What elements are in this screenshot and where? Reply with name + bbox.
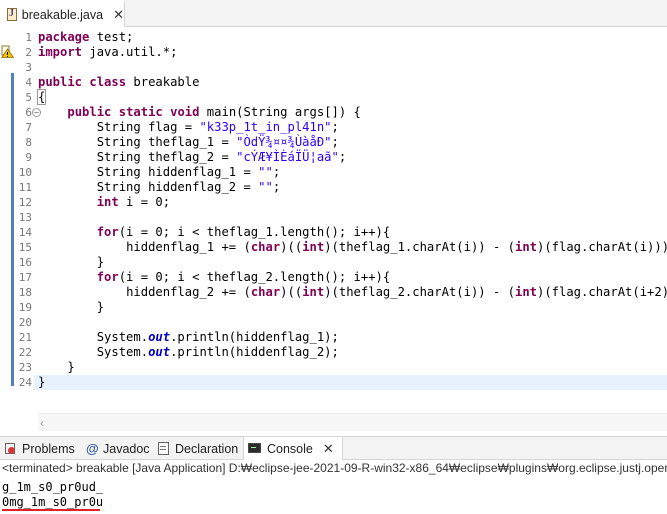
line-number: 21 [18,331,32,344]
line-number: 14 [18,226,32,239]
line-number: 2 [25,46,32,59]
bottom-panel-tab-bar: Problems @ Javadoc Declaration Console ✕ [0,436,667,460]
code-line-21: System.out.println(hiddenflag_1); [96,330,339,344]
tab-problems-label: Problems [22,441,75,456]
code-line-8: String theflag_1 = "ÒdŸ¾¤¤¾ÙàåÐ"; [96,135,339,149]
code-line-11: String hiddenflag_2 = ""; [96,180,281,194]
editor-tab-breakable-java[interactable]: J breakable.java ✕ [0,0,125,27]
line-number: 20 [18,316,32,329]
declaration-icon [157,442,170,455]
code-line-15: hiddenflag_1 += (char)((int)(theflag_1.c… [126,240,667,254]
code-line-2: import java.util.*; [38,45,178,59]
code-line-6: public static void main(String args[]) { [67,105,361,119]
line-number: 3 [25,61,32,74]
code-line-19: } [96,300,105,314]
problems-icon [4,442,17,455]
tab-javadoc[interactable]: @ Javadoc [86,437,150,460]
chevron-left-icon[interactable]: ‹ [40,416,44,430]
console-icon [248,442,262,455]
line-number: 1 [25,31,32,44]
line-number: 9 [25,151,32,164]
editor-tab-bar: J breakable.java ✕ [0,0,667,27]
code-line-16: } [96,255,105,269]
line-number: 11 [18,181,32,194]
code-line-18: hiddenflag_2 += (char)((int)(theflag_2.c… [126,285,667,299]
tab-javadoc-label: Javadoc [103,441,150,456]
java-file-icon: J [5,7,17,22]
console-status-line: <terminated> breakable [Java Application… [2,461,667,475]
code-editor[interactable]: 1 2 3 4 5 6 7 8 9 10 11 12 13 14 15 16 1… [0,28,667,413]
line-number: 12 [18,196,32,209]
editor-tab-title: breakable.java [21,7,104,22]
matching-brace: { [36,89,47,105]
line-number: 16 [18,256,32,269]
line-number: 8 [25,136,32,149]
tab-problems[interactable]: Problems [4,437,75,460]
code-line-22: System.out.println(hiddenflag_2); [96,345,339,359]
tab-console-label: Console [267,441,313,456]
horizontal-scrollbar[interactable]: ‹ [38,413,667,431]
code-line-17: for(i = 0; i < theflag_2.length(); i++){ [96,270,391,284]
tab-declaration[interactable]: Declaration [157,437,238,460]
line-number: 7 [25,121,32,134]
tab-console[interactable]: Console ✕ [243,437,343,460]
code-line-5: { [36,89,667,105]
console-output-line: g_1m_s0_pr0ud_ [2,480,104,494]
code-line-4: public class breakable [38,75,200,89]
code-lines: package test; import java.util.*; public… [34,30,667,390]
line-number: 23 [18,361,32,374]
line-number: 6 [25,106,32,119]
code-line-23: } [67,360,75,374]
warning-icon[interactable] [1,45,14,58]
javadoc-icon: @ [86,441,99,456]
code-line-24: } [34,375,667,390]
tab-declaration-label: Declaration [175,441,239,456]
line-number: 13 [18,211,32,224]
code-line-9: String theflag_2 = "cÝÆ¥ÌÈáÏÜ¦aã"; [96,150,347,164]
close-tab-icon[interactable]: ✕ [323,442,334,455]
line-number: 15 [18,241,32,254]
line-number: 5 [25,91,32,104]
line-number: 19 [18,301,32,314]
line-number: 4 [25,76,32,89]
line-number: 18 [18,286,32,299]
line-number: 24 [18,376,32,389]
close-tab-icon[interactable]: ✕ [113,8,124,21]
line-number: 22 [18,346,32,359]
code-line-10: String hiddenflag_1 = ""; [96,165,281,179]
line-number: 17 [18,271,32,284]
console-output-line: 0mg_1m_s0_pr0u [2,495,104,509]
code-line-12: int i = 0; [96,195,171,209]
line-number: 10 [18,166,32,179]
code-line-7: String flag = "k33p_1t_in_pl41n"; [96,120,339,134]
line-numbers: 1 2 3 4 5 6 7 8 9 10 11 12 13 14 15 16 1… [14,30,32,390]
code-line-1: package test; [38,30,134,44]
highlight-underline [2,509,100,511]
console-view[interactable]: <terminated> breakable [Java Application… [0,460,667,514]
code-line-14: for(i = 0; i < theflag_1.length(); i++){ [96,225,391,239]
